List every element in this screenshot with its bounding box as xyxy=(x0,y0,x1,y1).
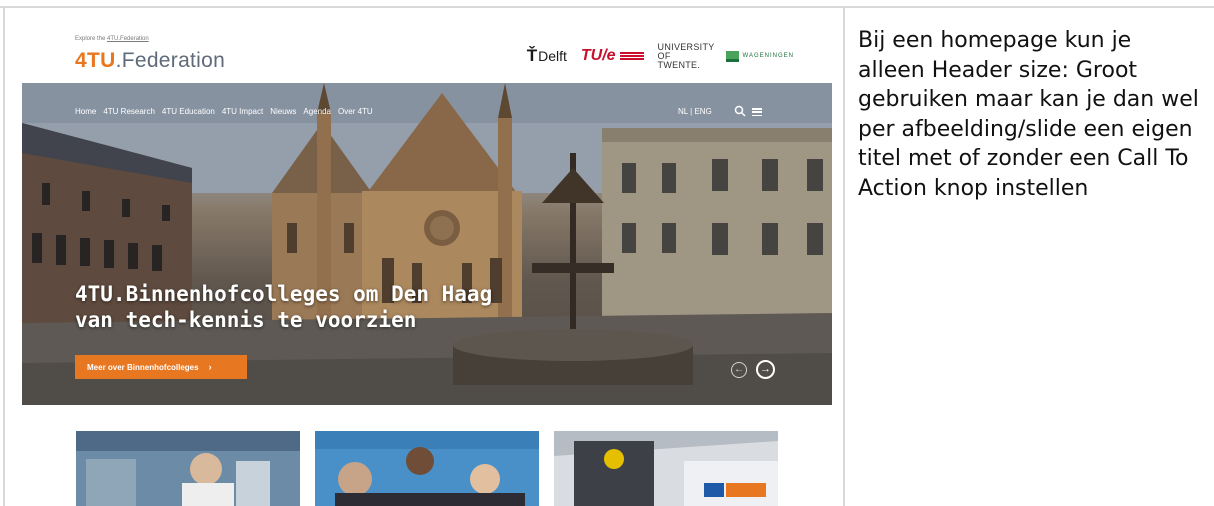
tudelft-flame-icon: Ť xyxy=(526,46,538,65)
site-header: Explore the 4TU.Federation 4TU.Federatio… xyxy=(22,25,832,83)
partner-logos: Ť Delft TU/e UNIVERSITY OF TWENTE. WAGENI… xyxy=(527,41,794,70)
cta-button[interactable]: Meer over Binnenhofcolleges › xyxy=(75,355,247,379)
tue-lines-icon xyxy=(619,52,644,60)
news-card-3[interactable] xyxy=(554,431,778,506)
news-card-2[interactable] xyxy=(315,431,539,506)
wageningen-mark-icon xyxy=(725,50,739,62)
nav-4tu-impact[interactable]: 4TU Impact xyxy=(222,107,263,116)
hero-title-line-2: van tech-kennis te voorzien xyxy=(75,308,417,332)
annotation-text: Bij een homepage kun je alleen Header si… xyxy=(858,28,1199,201)
twente-wordmark: UNIVERSITY OF TWENTE. xyxy=(657,41,715,70)
twente-logo[interactable]: UNIVERSITY OF TWENTE. xyxy=(657,41,715,70)
nav-4tu-education[interactable]: 4TU Education xyxy=(162,107,215,116)
frame-top-border xyxy=(0,0,1214,8)
arrow-left-icon[interactable]: ← xyxy=(731,362,747,378)
logo-4tu: 4TU xyxy=(75,49,116,72)
hero-slider: Home 4TU Research 4TU Education 4TU Impa… xyxy=(22,83,832,405)
tue-logo[interactable]: TU/e xyxy=(581,47,644,65)
search-icon[interactable] xyxy=(734,105,746,117)
logo-federation: .Federation xyxy=(115,49,226,72)
hero-title: 4TU.Binnenhofcolleges om Den Haag van te… xyxy=(75,281,555,333)
website-screenshot: Explore the 4TU.Federation 4TU.Federatio… xyxy=(22,25,832,506)
main-nav: Home 4TU Research 4TU Education 4TU Impa… xyxy=(75,107,373,116)
nav-nieuws[interactable]: Nieuws xyxy=(270,107,296,116)
language-switch[interactable]: NL | ENG xyxy=(678,107,712,116)
explore-prefix: Explore the xyxy=(75,36,108,42)
frame-divider xyxy=(843,8,845,506)
cta-label: Meer over Binnenhofcolleges xyxy=(87,362,199,372)
nav-home[interactable]: Home xyxy=(75,107,96,116)
news-card-3-image xyxy=(554,431,778,506)
site-logo[interactable]: 4TU.Federation xyxy=(75,49,225,73)
wageningen-wordmark: WAGENINGEN xyxy=(742,53,794,59)
explore-link[interactable]: 4TU.Federation xyxy=(107,36,149,42)
tudelft-wordmark: Delft xyxy=(538,48,567,64)
tudelft-logo[interactable]: Ť Delft xyxy=(527,46,567,66)
nav-agenda[interactable]: Agenda xyxy=(303,107,331,116)
explore-text: Explore the 4TU.Federation xyxy=(75,36,149,42)
hero-title-line-1: 4TU.Binnenhofcolleges om Den Haag xyxy=(75,282,493,306)
frame-left-border xyxy=(3,8,5,506)
wageningen-logo[interactable]: WAGENINGEN xyxy=(725,50,794,62)
news-card-1[interactable] xyxy=(76,431,300,506)
chevron-right-icon: › xyxy=(208,362,212,372)
arrow-right-icon[interactable]: → xyxy=(756,360,775,379)
news-card-1-image xyxy=(76,431,300,506)
tue-wordmark: TU/e xyxy=(580,47,616,64)
nav-over-4tu[interactable]: Over 4TU xyxy=(338,107,373,116)
menu-icon[interactable] xyxy=(752,108,762,116)
news-card-2-image xyxy=(315,431,539,506)
nav-4tu-research[interactable]: 4TU Research xyxy=(103,107,155,116)
